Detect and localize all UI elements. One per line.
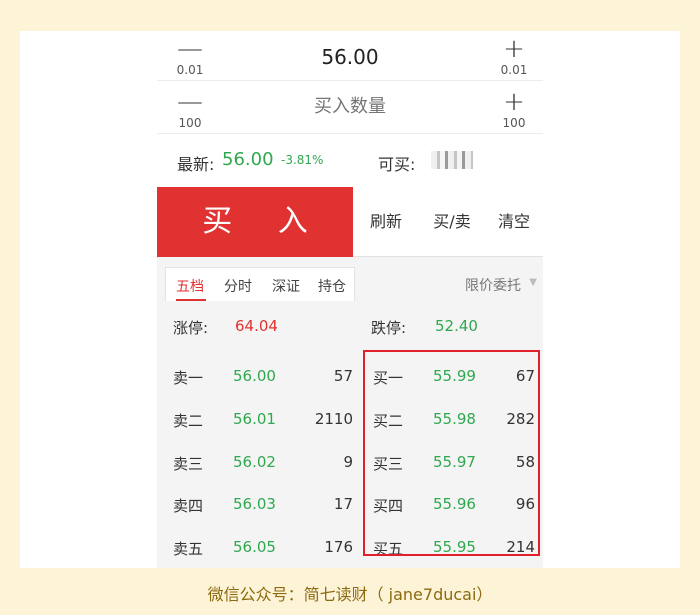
latest-price-value: 56.00 <box>222 149 274 170</box>
quantity-decrease-button[interactable]: — 100 <box>165 88 215 132</box>
limit-down-label: 跌停: <box>371 319 407 337</box>
trade-panel: — 0.01 56.00 + 0.01 — 100 + 100 最新: 56.0… <box>157 31 543 568</box>
quantity-input[interactable] <box>217 96 483 117</box>
tab-group: 五档 分时 深证 持仓 <box>165 267 355 301</box>
sell-level-label: 卖一 <box>173 369 204 387</box>
tab-five-levels[interactable]: 五档 <box>176 276 204 296</box>
buy-sell-toggle-button[interactable]: 买/卖 <box>419 187 485 257</box>
sell-level-row[interactable]: 卖四 56.03 17 <box>173 483 353 525</box>
clear-button[interactable]: 清空 <box>485 187 543 257</box>
sell-level-label: 卖三 <box>173 455 204 473</box>
caret-down-icon[interactable]: ▼ <box>529 277 537 288</box>
wechat-caption: 微信公众号：简七读财（ jane7ducai） <box>207 585 493 604</box>
refresh-button[interactable]: 刷新 <box>353 187 419 257</box>
plus-icon: + <box>503 87 525 117</box>
change-percent: -3.81% <box>281 153 324 167</box>
minus-icon: — <box>177 34 203 64</box>
quantity-increase-button[interactable]: + 100 <box>489 88 539 132</box>
sell-level-price: 56.02 <box>233 453 276 471</box>
price-limits: 涨停: 64.04 跌停: 52.40 <box>157 301 543 343</box>
available-to-buy-label: 可买: <box>378 155 416 174</box>
price-increase-button[interactable]: + 0.01 <box>489 35 539 79</box>
sell-level-price: 56.01 <box>233 410 276 428</box>
sell-level-price: 56.03 <box>233 495 276 513</box>
price-decrease-button[interactable]: — 0.01 <box>165 35 215 79</box>
sell-level-qty: 9 <box>343 453 353 471</box>
price-increase-step: 0.01 <box>500 63 528 77</box>
sell-level-label: 卖二 <box>173 412 204 430</box>
action-bar: 买 入 刷新 买/卖 清空 <box>157 187 543 257</box>
tab-shenzhen[interactable]: 深证 <box>272 276 300 296</box>
limit-down-value: 52.40 <box>435 317 478 335</box>
sell-level-price: 56.05 <box>233 538 276 556</box>
limit-up-label: 涨停: <box>173 319 209 337</box>
buy-side-highlight-box <box>363 350 540 556</box>
sell-level-qty: 176 <box>324 538 353 556</box>
order-book: 涨停: 64.04 跌停: 52.40 卖一 56.00 57 卖二 56.01… <box>157 301 543 568</box>
sell-level-row[interactable]: 卖二 56.01 2110 <box>173 398 353 440</box>
plus-icon: + <box>503 34 525 64</box>
quote-info: 最新: 56.00 -3.81% 可买: <box>157 137 543 187</box>
order-type-select[interactable]: 限价委托 <box>465 275 521 295</box>
sell-level-row[interactable]: 卖三 56.02 9 <box>173 441 353 483</box>
sell-level-qty: 2110 <box>314 410 353 428</box>
quantity-decrease-step: 100 <box>178 116 202 130</box>
blurred-amount <box>431 151 473 169</box>
tab-intraday[interactable]: 分时 <box>224 276 252 296</box>
quantity-increase-step: 100 <box>502 116 526 130</box>
quantity-stepper: — 100 + 100 <box>157 84 543 134</box>
price-stepper: — 0.01 56.00 + 0.01 <box>157 31 543 81</box>
tab-positions[interactable]: 持仓 <box>318 276 346 296</box>
sell-level-label: 卖四 <box>173 497 204 515</box>
sell-level-qty: 17 <box>333 495 353 513</box>
price-decrease-step: 0.01 <box>176 63 204 77</box>
sell-level-price: 56.00 <box>233 367 276 385</box>
price-value[interactable]: 56.00 <box>217 45 483 69</box>
tab-bar: 五档 分时 深证 持仓 限价委托 ▼ <box>157 257 543 301</box>
sell-level-row[interactable]: 卖五 56.05 176 <box>173 526 353 568</box>
limit-up-value: 64.04 <box>235 317 278 335</box>
minus-icon: — <box>177 87 203 117</box>
sell-level-qty: 57 <box>333 367 353 385</box>
sell-level-row[interactable]: 卖一 56.00 57 <box>173 355 353 397</box>
sell-level-label: 卖五 <box>173 540 204 558</box>
latest-price-label: 最新: <box>177 155 215 174</box>
buy-button[interactable]: 买 入 <box>157 187 353 257</box>
